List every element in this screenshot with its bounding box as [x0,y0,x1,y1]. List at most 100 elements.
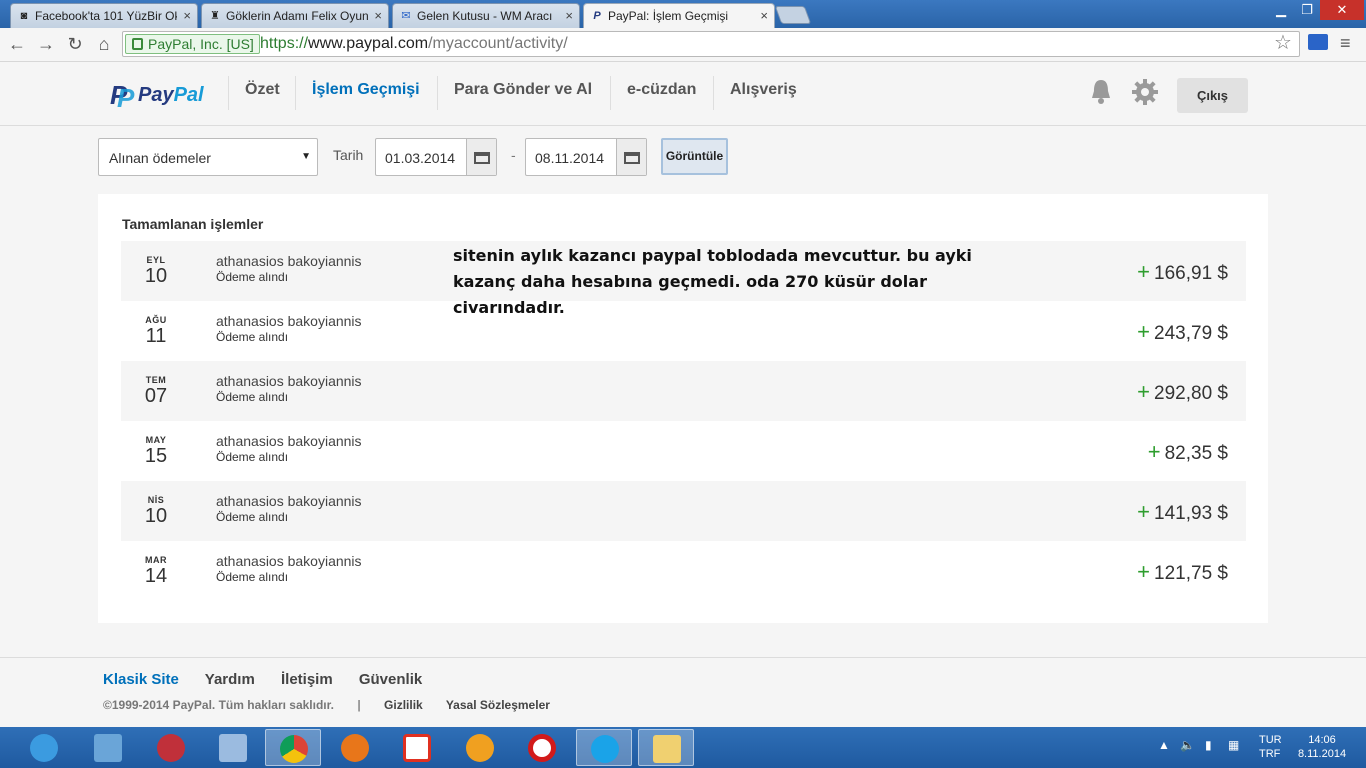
transaction-status: Ödeme alındı [216,390,289,404]
input-language-indicator[interactable]: TUR TRF [1259,733,1282,761]
home-icon[interactable]: ⌂ [93,33,115,55]
transaction-month: EYL [146,255,166,265]
footer-link-security[interactable]: Güvenlik [359,671,422,688]
back-arrow-icon[interactable]: ← [6,33,28,55]
extension-icon[interactable] [1308,34,1328,50]
close-tab-icon[interactable]: × [760,8,768,23]
minimize-icon[interactable]: ▁ [1268,0,1294,20]
amount-value: 292,80 $ [1154,383,1228,404]
chat-app-icon[interactable] [452,729,508,766]
app-glyph [403,734,431,762]
amount-value: 141,93 $ [1154,503,1228,524]
forward-arrow-icon[interactable]: → [35,33,57,55]
transaction-row[interactable]: MAR 14 athanasios bakoyiannis Ödeme alın… [121,541,1246,601]
nav-activity[interactable]: İşlem Geçmişi [295,76,436,110]
app-glyph [157,734,185,762]
overlay-annotation-text: sitenin aylık kazancı paypal toblodada m… [453,246,972,317]
footer-link-help[interactable]: Yardım [205,671,255,688]
footer-link-contact[interactable]: İletişim [281,671,333,688]
address-bar[interactable]: PayPal, Inc. [US] https://www.paypal.com… [122,31,1300,57]
transaction-month: TEM [145,375,167,385]
lock-icon [132,38,143,50]
browser-tab-paypal[interactable]: P PayPal: İşlem Geçmişi × [583,3,775,28]
new-tab-button[interactable] [774,6,812,24]
transaction-amount: +141,93 $ [1137,499,1228,525]
show-hidden-icons-icon[interactable]: ▲ [1158,738,1170,752]
close-tab-icon[interactable]: × [565,8,573,23]
calendar-icon[interactable] [616,139,646,175]
transaction-day: 14 [144,565,168,587]
system-clock[interactable]: 14:06 8.11.2014 [1292,733,1352,761]
window-close-icon[interactable]: ✕ [1320,0,1364,20]
logout-button[interactable]: Çıkış [1177,78,1248,113]
browser-tab-felix[interactable]: ♜ Göklerin Adamı Felix Oyun × [201,3,389,28]
reload-icon[interactable]: ↻ [64,33,86,55]
opera-icon[interactable] [514,729,570,766]
plus-icon: + [1137,379,1151,404]
firefox-icon[interactable] [327,729,383,766]
select-value: Alınan ödemeler [109,150,211,166]
nav-send-receive[interactable]: Para Gönder ve Al [437,76,608,110]
browser-tab-mail[interactable]: ✉ Gelen Kutusu - WM Aracı × [392,3,580,28]
calendar-icon[interactable] [466,139,496,175]
view-button[interactable]: Görüntüle [661,138,728,175]
restore-icon[interactable]: ❐ [1294,0,1320,20]
close-tab-icon[interactable]: × [374,8,382,23]
transaction-month: MAR [145,555,167,565]
transaction-day: 10 [144,505,168,527]
logo-pal: Pal [173,84,204,106]
transaction-row[interactable]: NİS 10 athanasios bakoyiannis Ödeme alın… [121,481,1246,541]
app-glyph [280,735,308,763]
tab-title: Göklerin Adamı Felix Oyun [226,9,368,23]
transaction-row[interactable]: MAY 15 athanasios bakoyiannis Ödeme alın… [121,421,1246,481]
date-from-input[interactable]: 01.03.2014 [375,138,497,176]
url-text: https://www.paypal.com/myaccount/activit… [260,35,568,53]
browser-toolbar: ← → ↻ ⌂ PayPal, Inc. [US] https://www.pa… [0,28,1366,62]
transaction-amount: +292,80 $ [1137,379,1228,405]
app-glyph [653,735,681,763]
app-glyph [466,734,494,762]
close-tab-icon[interactable]: × [183,8,191,23]
url-scheme: https:// [260,35,309,52]
yandex-icon[interactable] [389,729,445,766]
app-glyph [591,735,619,763]
ev-certificate-badge[interactable]: PayPal, Inc. [US] [125,34,260,54]
skype-icon[interactable] [576,729,632,766]
date-from-value: 01.03.2014 [385,150,456,166]
tab-title: PayPal: İşlem Geçmişi [608,9,729,23]
chrome-icon[interactable] [265,729,321,766]
nav-wallet[interactable]: e-cüzdan [610,76,712,110]
settings-gear-icon[interactable] [1131,78,1159,106]
browser-tab-facebook[interactable]: ◙ Facebook'ta 101 YüzBir Ok × [10,3,198,28]
remote-desktop-icon[interactable] [80,729,136,766]
media-player-icon[interactable] [143,729,199,766]
browser-menu-icon[interactable]: ≡ [1340,34,1358,52]
internet-explorer-icon[interactable] [16,729,72,766]
notification-bell-icon[interactable] [1089,78,1113,106]
date-to-value: 08.11.2014 [535,150,605,166]
footer-link-classic-site[interactable]: Klasik Site [103,671,179,688]
volume-icon[interactable]: 🔈 [1180,738,1195,752]
date-to-input[interactable]: 08.11.2014 [525,138,647,176]
network-icon[interactable]: ▦ [1228,738,1239,752]
footer-link-legal[interactable]: Yasal Sözleşmeler [446,698,550,712]
footer-link-privacy[interactable]: Gizlilik [384,698,423,712]
nav-shopping[interactable]: Alışveriş [713,76,813,110]
transaction-row[interactable]: TEM 07 athanasios bakoyiannis Ödeme alın… [121,361,1246,421]
language-code: TUR [1259,734,1282,746]
transaction-status: Ödeme alındı [216,330,289,344]
battery-icon[interactable]: ▮ [1205,738,1212,752]
transaction-status: Ödeme alındı [216,270,289,284]
app-glyph [528,734,556,762]
transaction-month: NİS [147,495,165,505]
paypal-favicon-icon: P [593,10,601,22]
transaction-month: AĞU [145,315,167,325]
transaction-type-select[interactable]: Alınan ödemeler ▼ [98,138,318,176]
counterparty-name: athanasios bakoyiannis [216,493,362,509]
date-label: Tarih [333,147,364,163]
bookmark-star-icon[interactable]: ☆ [1274,30,1292,55]
nav-summary[interactable]: Özet [228,76,296,110]
folder-icon[interactable] [638,729,694,766]
app-glyph [94,734,122,762]
monitor-app-icon[interactable] [205,729,261,766]
